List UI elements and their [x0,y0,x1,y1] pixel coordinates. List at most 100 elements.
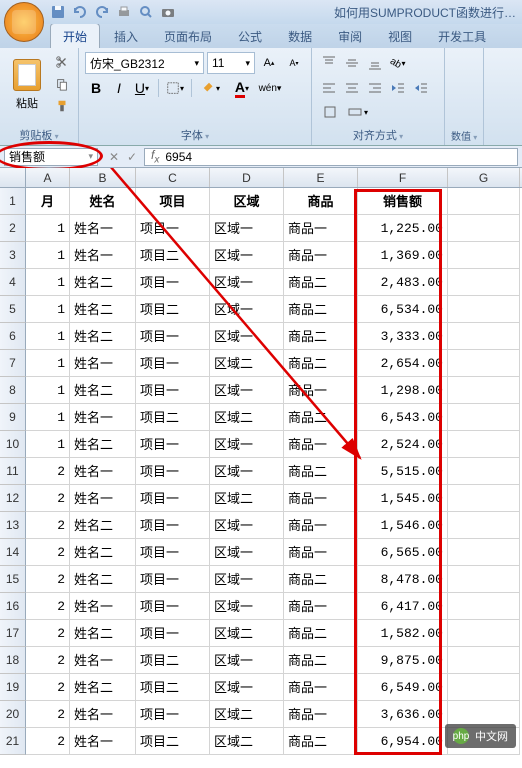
row-header[interactable]: 13 [0,512,26,539]
cell[interactable]: 项目二 [136,296,210,323]
cell[interactable]: 项目二 [136,728,210,755]
cell[interactable]: 1 [26,350,70,377]
fill-color-button[interactable]: ▾ [197,77,225,99]
cell[interactable]: 1 [26,215,70,242]
cell[interactable]: 姓名二 [70,674,136,701]
align-left-button[interactable] [318,77,340,99]
cell[interactable] [448,620,520,647]
cell[interactable]: 商品二 [284,350,358,377]
cell[interactable]: 商品一 [284,431,358,458]
row-header-1[interactable]: 1 [0,188,26,215]
cell[interactable]: 6,543.00 [358,404,448,431]
tab-数据[interactable]: 数据 [276,24,324,48]
col-header-A[interactable]: A [26,168,70,187]
cell[interactable]: 区域一 [210,674,284,701]
cell[interactable] [448,404,520,431]
cell[interactable]: 商品一 [284,215,358,242]
row-header[interactable]: 16 [0,593,26,620]
cell[interactable]: 姓名一 [70,350,136,377]
cell[interactable]: 区域一 [210,593,284,620]
cell[interactable]: 5,515.00 [358,458,448,485]
cell[interactable]: 姓名二 [70,566,136,593]
cell[interactable]: 姓名一 [70,485,136,512]
cell[interactable]: 1,545.00 [358,485,448,512]
cell[interactable]: 2,483.00 [358,269,448,296]
cell[interactable]: 月 [26,188,70,215]
cell[interactable]: 商品一 [284,377,358,404]
cell[interactable] [448,647,520,674]
cell[interactable]: 姓名一 [70,404,136,431]
preview-icon[interactable] [138,4,154,20]
cell[interactable]: 商品一 [284,242,358,269]
align-middle-button[interactable] [341,52,363,74]
cell[interactable] [448,566,520,593]
cell[interactable]: 项目二 [136,404,210,431]
cell[interactable]: 区域一 [210,539,284,566]
print-icon[interactable] [116,4,132,20]
cell[interactable]: 区域一 [210,566,284,593]
align-center-button[interactable] [341,77,363,99]
row-header[interactable]: 7 [0,350,26,377]
align-top-button[interactable] [318,52,340,74]
cell[interactable]: 区域一 [210,323,284,350]
cell[interactable]: 商品二 [284,296,358,323]
row-header[interactable]: 21 [0,728,26,755]
cell[interactable]: 姓名一 [70,728,136,755]
cell[interactable]: 项目 [136,188,210,215]
cell[interactable]: 商品二 [284,404,358,431]
save-icon[interactable] [50,4,66,20]
row-header[interactable]: 2 [0,215,26,242]
cell[interactable]: 商品 [284,188,358,215]
cell[interactable]: 项目一 [136,377,210,404]
cell[interactable] [448,512,520,539]
cell[interactable] [448,242,520,269]
cell[interactable] [448,323,520,350]
cell[interactable]: 2 [26,485,70,512]
cell[interactable]: 项目一 [136,620,210,647]
cell[interactable]: 6,534.00 [358,296,448,323]
cell[interactable]: 区域一 [210,269,284,296]
cell[interactable]: 1,369.00 [358,242,448,269]
cell[interactable]: 项目一 [136,269,210,296]
cell[interactable]: 商品一 [284,701,358,728]
row-header[interactable]: 3 [0,242,26,269]
tab-页面布局[interactable]: 页面布局 [152,24,224,48]
tab-开发工具[interactable]: 开发工具 [426,24,498,48]
row-header[interactable]: 18 [0,647,26,674]
merge-button[interactable]: ▾ [343,102,373,122]
cell[interactable]: 1,298.00 [358,377,448,404]
cell[interactable]: 项目二 [136,674,210,701]
cell[interactable]: 姓名一 [70,647,136,674]
row-header[interactable]: 17 [0,620,26,647]
cell[interactable] [448,215,520,242]
copy-button[interactable] [52,74,72,94]
cell[interactable]: 1 [26,296,70,323]
col-header-C[interactable]: C [136,168,210,187]
row-header[interactable]: 4 [0,269,26,296]
cell[interactable]: 1 [26,377,70,404]
cell[interactable]: 项目二 [136,647,210,674]
cell[interactable]: 姓名一 [70,215,136,242]
cell[interactable] [448,377,520,404]
cell[interactable] [448,593,520,620]
cell[interactable]: 6,417.00 [358,593,448,620]
cell[interactable]: 商品二 [284,620,358,647]
cell[interactable]: 姓名二 [70,296,136,323]
cell[interactable]: 项目一 [136,566,210,593]
cell[interactable]: 项目一 [136,485,210,512]
tab-开始[interactable]: 开始 [50,23,100,48]
cancel-formula-button[interactable]: ✕ [106,149,122,165]
cell[interactable]: 区域一 [210,296,284,323]
cell[interactable] [448,431,520,458]
cell[interactable] [448,458,520,485]
cell[interactable]: 项目一 [136,323,210,350]
wrap-text-button[interactable] [318,102,342,122]
cell[interactable]: 项目一 [136,350,210,377]
col-header-D[interactable]: D [210,168,284,187]
cell[interactable]: 商品二 [284,323,358,350]
cell[interactable]: 8,478.00 [358,566,448,593]
cell[interactable]: 2,524.00 [358,431,448,458]
cell[interactable]: 1 [26,242,70,269]
cell[interactable]: 商品一 [284,593,358,620]
accept-formula-button[interactable]: ✓ [124,149,140,165]
